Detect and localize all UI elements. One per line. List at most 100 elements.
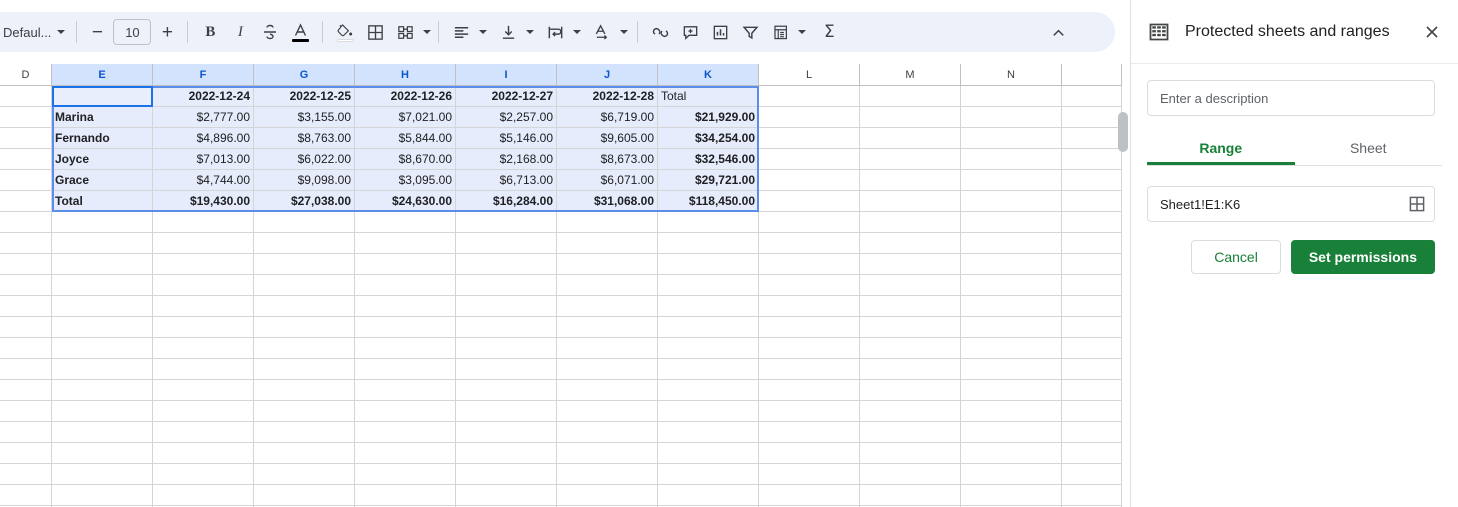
grid-cell[interactable] <box>557 422 658 443</box>
vertical-scrollbar-thumb[interactable] <box>1118 112 1128 152</box>
grid-cell[interactable] <box>557 233 658 254</box>
grid-cell[interactable] <box>254 296 355 317</box>
grid-cell[interactable] <box>456 401 557 422</box>
grid-cell[interactable] <box>153 212 254 233</box>
grid-cell[interactable] <box>759 338 860 359</box>
grid-cell[interactable] <box>860 443 961 464</box>
grid-cell[interactable] <box>961 380 1062 401</box>
column-header-k[interactable]: K <box>658 64 759 86</box>
grid-cell[interactable]: $118,450.00 <box>658 191 759 212</box>
grid-cell[interactable] <box>0 128 52 149</box>
grid-cell[interactable] <box>759 149 860 170</box>
grid-cell[interactable]: Joyce <box>52 149 153 170</box>
grid-cell[interactable]: $24,630.00 <box>355 191 456 212</box>
grid-cell[interactable] <box>860 296 961 317</box>
grid-cell[interactable] <box>0 422 52 443</box>
grid-cell[interactable] <box>961 296 1062 317</box>
horizontal-align-icon[interactable] <box>446 17 476 47</box>
grid-cell[interactable] <box>961 149 1062 170</box>
column-header-f[interactable]: F <box>153 64 254 86</box>
grid-cell[interactable] <box>860 401 961 422</box>
grid-cell[interactable] <box>860 233 961 254</box>
grid-cell[interactable] <box>153 464 254 485</box>
grid-cell[interactable] <box>961 86 1062 107</box>
grid-cell[interactable] <box>557 275 658 296</box>
grid-cell[interactable] <box>456 233 557 254</box>
grid-cell[interactable] <box>961 338 1062 359</box>
grid-cell[interactable]: $4,896.00 <box>153 128 254 149</box>
grid-cell[interactable] <box>254 359 355 380</box>
grid-cell[interactable] <box>254 443 355 464</box>
grid-cell[interactable] <box>961 254 1062 275</box>
grid-cell[interactable]: $2,257.00 <box>456 107 557 128</box>
column-header-j[interactable]: J <box>557 64 658 86</box>
grid-cell[interactable] <box>961 422 1062 443</box>
grid-cell[interactable] <box>456 296 557 317</box>
grid-cell[interactable] <box>658 380 759 401</box>
grid-cell[interactable]: $21,929.00 <box>658 107 759 128</box>
grid-cell[interactable] <box>860 86 961 107</box>
grid-cell[interactable] <box>254 464 355 485</box>
grid-cell[interactable] <box>52 485 153 506</box>
grid-cell[interactable] <box>658 422 759 443</box>
grid-cell[interactable]: $7,021.00 <box>355 107 456 128</box>
grid-cell[interactable] <box>860 338 961 359</box>
grid-cell[interactable] <box>456 443 557 464</box>
grid-cell[interactable]: 2022-12-28 <box>557 86 658 107</box>
grid-cell[interactable] <box>52 254 153 275</box>
grid-cell[interactable] <box>658 338 759 359</box>
grid-cell[interactable]: $8,763.00 <box>254 128 355 149</box>
grid-cell[interactable]: $9,605.00 <box>557 128 658 149</box>
grid-cell[interactable]: $5,146.00 <box>456 128 557 149</box>
grid-cell[interactable] <box>860 464 961 485</box>
grid-cell[interactable] <box>1062 233 1122 254</box>
grid-cell[interactable] <box>658 233 759 254</box>
grid-cell[interactable] <box>254 485 355 506</box>
grid-cell[interactable] <box>658 485 759 506</box>
grid-cell[interactable] <box>1062 170 1122 191</box>
vertical-align-icon[interactable] <box>493 17 523 47</box>
grid-cell[interactable]: Grace <box>52 170 153 191</box>
grid-cell[interactable] <box>1062 191 1122 212</box>
grid-cell[interactable] <box>658 296 759 317</box>
column-header-e[interactable]: E <box>52 64 153 86</box>
grid-cell[interactable] <box>557 338 658 359</box>
grid-cell[interactable] <box>153 233 254 254</box>
grid-cell[interactable] <box>860 380 961 401</box>
grid-cell[interactable] <box>254 338 355 359</box>
decrease-font-size-button[interactable]: − <box>84 23 110 42</box>
grid-cell[interactable] <box>52 359 153 380</box>
grid-cell[interactable] <box>0 317 52 338</box>
grid-cell[interactable] <box>961 212 1062 233</box>
column-header-h[interactable]: H <box>355 64 456 86</box>
grid-cell[interactable] <box>52 401 153 422</box>
grid-cell[interactable] <box>557 359 658 380</box>
grid-cell[interactable] <box>0 464 52 485</box>
fill-color-icon[interactable] <box>330 17 360 47</box>
grid-cell[interactable] <box>355 212 456 233</box>
grid-cell[interactable] <box>658 275 759 296</box>
grid-cell[interactable] <box>153 275 254 296</box>
grid-cell[interactable] <box>153 254 254 275</box>
grid-cell[interactable] <box>355 254 456 275</box>
grid-cell[interactable] <box>1062 296 1122 317</box>
grid-cell[interactable] <box>355 380 456 401</box>
grid-cell[interactable] <box>0 296 52 317</box>
grid-cell[interactable]: $6,071.00 <box>557 170 658 191</box>
grid-cell[interactable] <box>860 170 961 191</box>
grid-cell[interactable] <box>1062 464 1122 485</box>
grid-cell[interactable]: $5,844.00 <box>355 128 456 149</box>
grid-cell[interactable] <box>153 422 254 443</box>
select-data-range-icon[interactable] <box>1408 195 1426 213</box>
grid-cell[interactable]: $4,744.00 <box>153 170 254 191</box>
close-icon[interactable] <box>1422 22 1442 42</box>
grid-cell[interactable] <box>759 296 860 317</box>
grid-cell[interactable] <box>52 86 153 107</box>
column-header-d[interactable]: D <box>0 64 52 86</box>
grid-cell[interactable]: $3,095.00 <box>355 170 456 191</box>
grid-cell[interactable] <box>961 359 1062 380</box>
grid-cell[interactable] <box>658 401 759 422</box>
grid-cell[interactable] <box>759 485 860 506</box>
grid-cell[interactable] <box>860 485 961 506</box>
grid-cell[interactable] <box>557 380 658 401</box>
